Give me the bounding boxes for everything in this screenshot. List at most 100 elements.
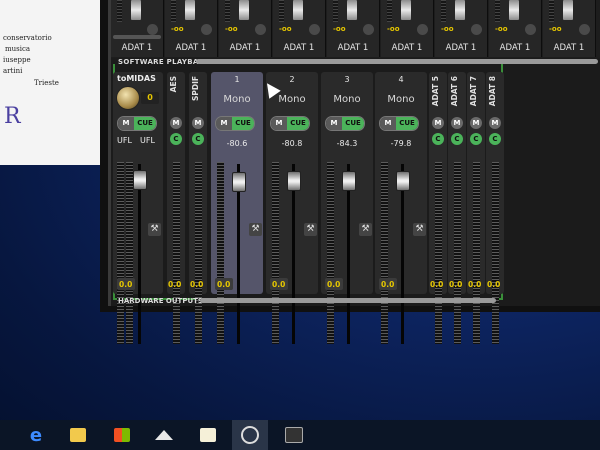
- mute-cue-group[interactable]: M CUE: [215, 116, 255, 131]
- cue-button[interactable]: CUE: [134, 117, 156, 130]
- cue-button[interactable]: C: [470, 133, 482, 145]
- cue-button[interactable]: CUE: [287, 117, 309, 130]
- channel-label: AES: [169, 76, 178, 93]
- cue-button[interactable]: C: [451, 133, 463, 145]
- fader-value: 0.0: [468, 280, 482, 289]
- cue-button[interactable]: CUE: [232, 117, 254, 130]
- pan-knob[interactable]: [579, 24, 590, 35]
- mute-button[interactable]: M: [216, 117, 232, 130]
- playback-channel[interactable]: -oo ADAT 1: [435, 0, 488, 57]
- adat8-strip[interactable]: ADAT 8 M C 0.0: [486, 72, 504, 344]
- settings-wrench-icon[interactable]: ⚒: [359, 223, 372, 236]
- level-meter: [381, 162, 388, 344]
- fader-track[interactable]: [401, 164, 404, 344]
- fader-knob[interactable]: [293, 0, 303, 20]
- pan-knob[interactable]: [201, 24, 212, 35]
- mute-button[interactable]: M: [170, 117, 182, 129]
- mute-button[interactable]: M: [489, 117, 501, 129]
- tomidas-strip[interactable]: toMIDAS 0 M CUE UFL UFL ⚒ 0.0: [113, 72, 163, 344]
- playback-channel[interactable]: -oo ADAT 1: [381, 0, 434, 57]
- pan-knob[interactable]: [309, 24, 320, 35]
- mute-cue-group[interactable]: M CUE: [270, 116, 310, 131]
- playback-channel[interactable]: -oo ADAT 1: [327, 0, 380, 57]
- playback-channel[interactable]: -oo ADAT 1: [489, 0, 542, 57]
- pan-knob[interactable]: [525, 24, 536, 35]
- adat6-strip[interactable]: ADAT 6 M C 0.0: [448, 72, 466, 344]
- fader-knob[interactable]: [131, 0, 141, 20]
- mute-cue-group[interactable]: M CUE: [325, 116, 365, 131]
- terminal-icon[interactable]: [276, 420, 312, 450]
- mute-button[interactable]: M: [451, 117, 463, 129]
- cue-button[interactable]: C: [192, 133, 204, 145]
- channel-scroll: [113, 35, 161, 39]
- fader-knob[interactable]: [133, 170, 147, 190]
- settings-wrench-icon[interactable]: ⚒: [413, 223, 426, 236]
- fader-knob[interactable]: [232, 172, 246, 192]
- channel-label: ADAT 1: [445, 43, 477, 53]
- mute-button[interactable]: M: [271, 117, 287, 130]
- cue-button[interactable]: CUE: [396, 117, 418, 130]
- cue-button[interactable]: C: [170, 133, 182, 145]
- playback-channel[interactable]: -oo ADAT 1: [273, 0, 326, 57]
- playback-channel[interactable]: -oo ADAT 1: [219, 0, 272, 57]
- fader-knob[interactable]: [342, 171, 356, 191]
- edge-icon[interactable]: e: [18, 420, 54, 450]
- level-meter: [225, 0, 230, 22]
- channel-number: 3: [344, 75, 350, 84]
- fader-knob[interactable]: [563, 0, 573, 20]
- mute-button[interactable]: M: [432, 117, 444, 129]
- doc-text-line: conservatorio: [3, 34, 52, 42]
- settings-wrench-icon[interactable]: ⚒: [304, 223, 317, 236]
- fader-knob[interactable]: [401, 0, 411, 20]
- mute-cue-group[interactable]: M CUE: [117, 116, 157, 131]
- adat7-strip[interactable]: ADAT 7 M C 0.0: [467, 72, 485, 344]
- gain-knob[interactable]: [116, 86, 140, 110]
- fader-knob[interactable]: [509, 0, 519, 20]
- store-icon[interactable]: [104, 420, 140, 450]
- pan-knob[interactable]: [417, 24, 428, 35]
- fader-knob[interactable]: [185, 0, 195, 20]
- mute-button[interactable]: M: [470, 117, 482, 129]
- playback-channel[interactable]: -oo ADAT 1: [165, 0, 218, 57]
- playback-channel[interactable]: ADAT 1: [111, 0, 164, 57]
- settings-wrench-icon[interactable]: ⚒: [249, 223, 262, 236]
- settings-wrench-icon[interactable]: ⚒: [148, 223, 161, 236]
- totalmix-icon[interactable]: [232, 420, 268, 450]
- cue-button[interactable]: C: [489, 133, 501, 145]
- fader-track[interactable]: [138, 164, 141, 344]
- document-window[interactable]: conservatorio musica iuseppe artini Trie…: [0, 0, 116, 165]
- pan-knob[interactable]: [363, 24, 374, 35]
- adat5-strip[interactable]: ADAT 5 M C 0.0: [429, 72, 447, 344]
- pan-knob[interactable]: [255, 24, 266, 35]
- pan-knob[interactable]: [147, 24, 158, 35]
- music-app-icon[interactable]: [190, 420, 226, 450]
- level-meter: [327, 162, 334, 344]
- spdif-strip[interactable]: SPDIF M C 0.0: [189, 72, 207, 344]
- fader-track[interactable]: [347, 164, 350, 344]
- fader-knob[interactable]: [287, 171, 301, 191]
- fader-track[interactable]: [292, 164, 295, 344]
- fader-knob[interactable]: [239, 0, 249, 20]
- channel-strip-3[interactable]: 3 Mono M CUE -84.3 ⚒ 0.0: [321, 72, 373, 344]
- mute-button[interactable]: M: [192, 117, 204, 129]
- file-explorer-icon[interactable]: [60, 420, 96, 450]
- level-meter: [387, 0, 392, 22]
- cue-button[interactable]: CUE: [342, 117, 364, 130]
- channel-strip-2[interactable]: 2 Mono M CUE -80.8 ⚒ 0.0: [266, 72, 318, 344]
- mute-cue-group[interactable]: M CUE: [379, 116, 419, 131]
- cue-button[interactable]: C: [432, 133, 444, 145]
- fader-knob[interactable]: [396, 171, 410, 191]
- mail-icon[interactable]: [146, 420, 182, 450]
- channel-strip-4[interactable]: 4 Mono M CUE -79.8 ⚒ 0.0: [375, 72, 427, 344]
- mute-button[interactable]: M: [326, 117, 342, 130]
- mute-button[interactable]: M: [118, 117, 134, 130]
- playback-channel[interactable]: -oo ADAT 1: [543, 0, 596, 57]
- pan-knob[interactable]: [471, 24, 482, 35]
- fader-knob[interactable]: [347, 0, 357, 20]
- fader-knob[interactable]: [455, 0, 465, 20]
- outputs-scrollbar[interactable]: [200, 298, 496, 303]
- level-meter: [117, 0, 122, 22]
- mute-button[interactable]: M: [380, 117, 396, 130]
- channel-strip-1[interactable]: 1 Mono M CUE -80.6 ⚒ 0.0: [211, 72, 263, 344]
- aes-strip[interactable]: AES M C 0.0: [167, 72, 185, 344]
